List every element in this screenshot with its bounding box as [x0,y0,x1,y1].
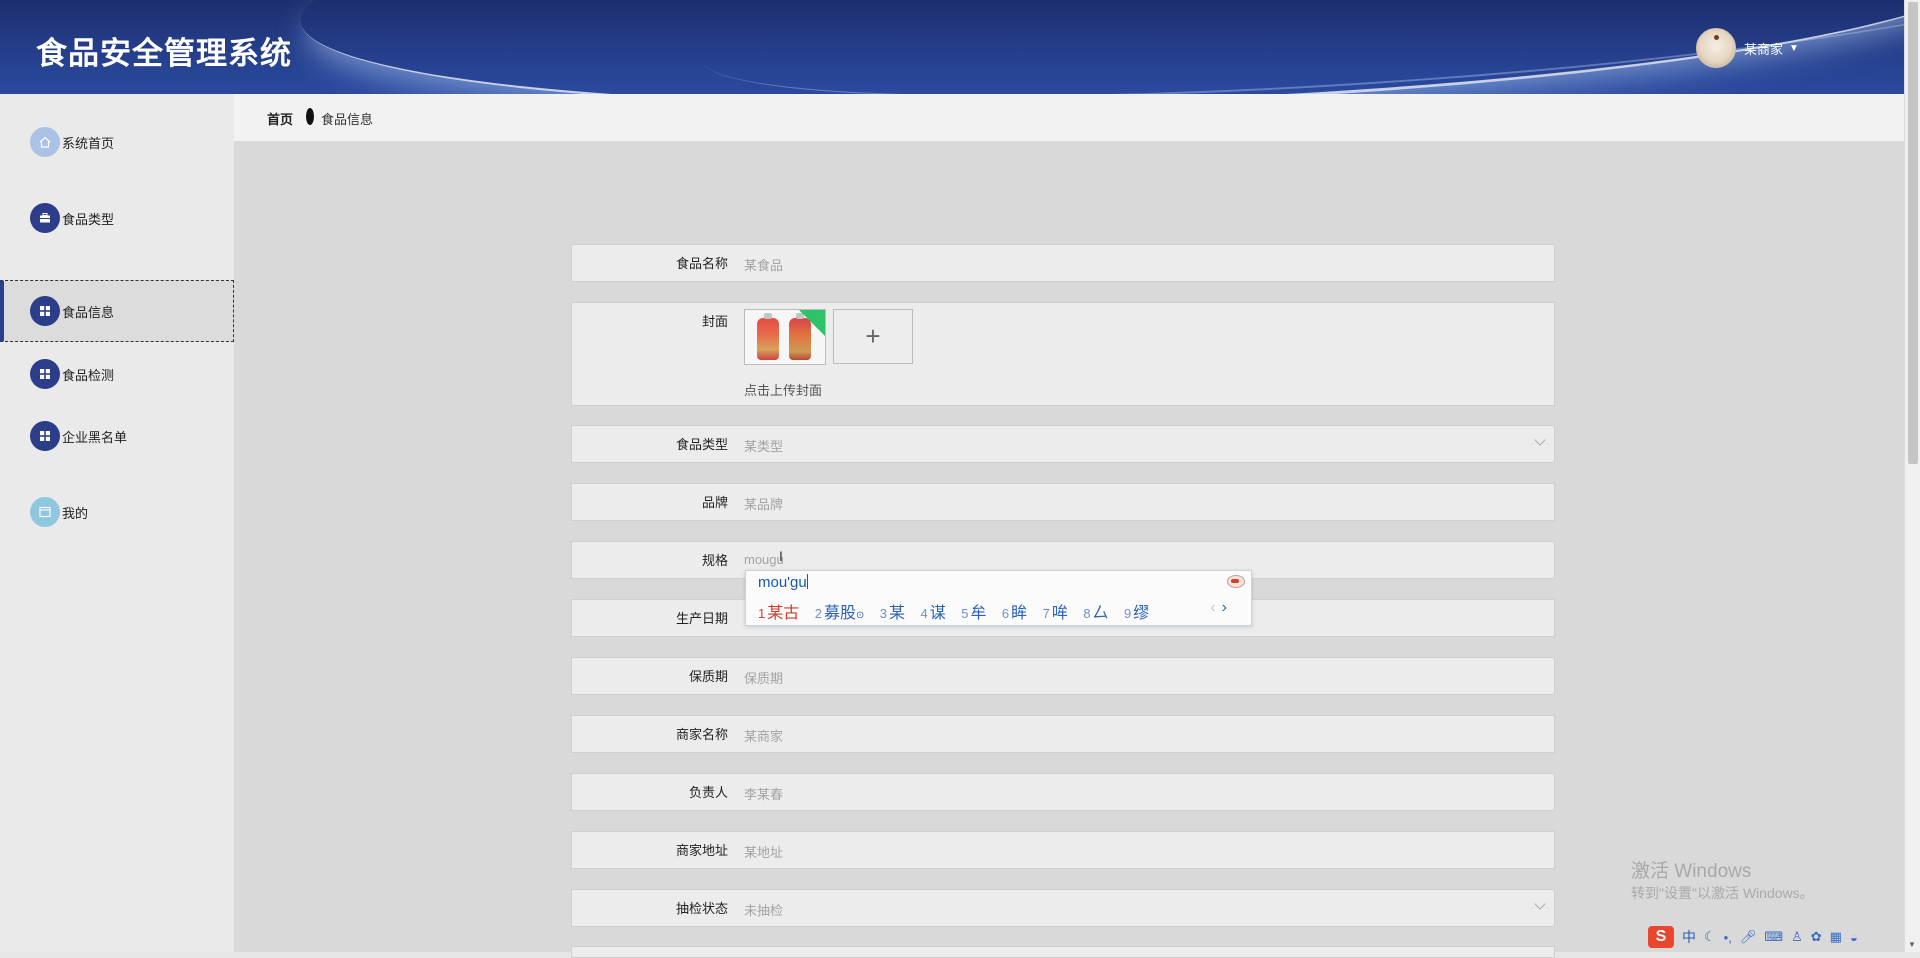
inspection-status-row: 抽检状态 未抽检 [571,889,1555,927]
sidebar: 系统首页 食品类型 食品信息 食品检测 企业黑名单 我的 [0,94,234,952]
breadcrumb: 首页 食品信息 [234,94,1904,142]
grid-icon [30,421,60,451]
food-type-select[interactable]: 某类型 [744,436,783,455]
scrollbar-thumb[interactable] [1908,2,1918,464]
windows-watermark-title: 激活 Windows [1631,861,1752,882]
breadcrumb-home[interactable]: 首页 [267,109,293,128]
chevron-right-icon[interactable]: › [1222,599,1227,616]
keyboard-icon[interactable]: ⌨ [1764,929,1783,945]
ime-candidate[interactable]: 1 某古 [758,605,799,622]
brand-row: 品牌 某品牌 [571,483,1555,521]
food-name-row: 食品名称 某食品 [571,244,1555,282]
merchant-address-label: 商家地址 [675,843,728,858]
chevron-down-icon[interactable] [1534,898,1546,910]
merchant-name-input[interactable]: 某商家 [744,726,783,745]
shelf-life-label: 保质期 [688,669,728,684]
upload-add-button[interactable]: + [833,309,913,364]
scroll-down-icon[interactable]: ▼ [1908,940,1916,949]
ime-mode-toggle[interactable]: 中 [1682,927,1696,947]
sidebar-item-label: 我的 [62,505,89,521]
ime-candidate[interactable]: 2 募股⊙ [815,605,865,622]
food-type-row: 食品类型 某类型 [571,425,1555,463]
skin-icon[interactable]: ✿ [1811,929,1822,945]
bottle-image [757,313,779,360]
ime-candidate[interactable]: 7哞 [1043,605,1068,622]
ime-logo-icon[interactable]: S [1648,926,1674,948]
sidebar-item-label: 系统首页 [62,135,115,151]
person-in-charge-input[interactable]: 李某春 [744,784,783,803]
sidebar-item-label: 企业黑名单 [62,429,128,445]
cover-label: 封面 [701,314,728,329]
chevron-down-icon[interactable]: ▼ [1789,43,1799,54]
ime-candidate[interactable]: 3某 [880,605,905,622]
user-icon[interactable]: ♙ [1791,929,1803,945]
merchant-name-label: 商家名称 [675,727,728,742]
settings-icon[interactable]: ◒ [1850,930,1858,945]
app-title: 食品安全管理系统 [36,36,292,71]
ime-skin-icon[interactable] [1227,575,1245,588]
next-row-partial [571,946,1555,958]
app-header: 食品安全管理系统 某商家 ▼ [0,0,1904,94]
sidebar-item-label: 食品类型 [62,211,115,227]
chevron-left-icon[interactable]: ‹ [1210,599,1215,616]
chevron-down-icon[interactable] [1534,434,1546,446]
merchant-address-row: 商家地址 某地址 [571,831,1555,869]
home-icon [30,127,60,157]
microphone-icon[interactable]: 🎤︎ [1740,929,1757,945]
inspection-status-select[interactable]: 未抽检 [744,900,783,919]
user-name[interactable]: 某商家 [1744,39,1783,58]
breadcrumb-current: 食品信息 [321,112,374,127]
avatar[interactable] [1696,28,1736,68]
punctuation-icon[interactable]: •, [1724,930,1732,945]
breadcrumb-separator [306,108,314,125]
upload-hint[interactable]: 点击上传封面 [744,380,822,399]
ime-candidate[interactable]: 5牟 [961,605,986,622]
upload-success-badge [799,310,825,336]
spec-label: 规格 [701,553,728,568]
production-date-label: 生产日期 [675,611,728,626]
shelf-life-input[interactable]: 保质期 [744,668,783,687]
cover-row: 封面 + 点击上传封面 [571,302,1555,406]
ime-candidate[interactable]: 4谋 [921,605,946,622]
sidebar-item-home[interactable]: 系统首页 [0,111,234,173]
merchant-address-input[interactable]: 某地址 [744,842,783,861]
brand-input[interactable]: 某品牌 [744,494,783,513]
food-name-input[interactable]: 某食品 [744,255,783,274]
shelf-life-row: 保质期 保质期 [571,657,1555,695]
ime-candidate[interactable]: 9缪 [1124,605,1149,622]
grid-icon[interactable]: ▦ [1830,929,1842,945]
sidebar-item-label: 食品检测 [62,367,115,383]
window-icon [30,497,60,527]
text-cursor-icon: I [779,548,783,564]
food-name-label: 食品名称 [675,256,728,271]
ime-page-arrows: ‹ › [1210,599,1227,617]
windows-watermark-subtitle: 转到"设置"以激活 Windows。 [1631,885,1814,901]
merchant-name-row: 商家名称 某商家 [571,715,1555,753]
ime-toolbar[interactable]: S 中 ☾ •, 🎤︎ ⌨ ♙ ✿ ▦ ◒ [1648,925,1858,949]
cover-image-thumbnail[interactable] [744,309,826,365]
sidebar-item-food-info[interactable]: 食品信息 [0,280,234,342]
food-type-label: 食品类型 [675,437,728,452]
moon-icon[interactable]: ☾ [1704,929,1716,945]
sidebar-item-food-type[interactable]: 食品类型 [0,187,234,249]
user-menu[interactable]: 某商家 ▼ [1696,28,1799,68]
ime-candidate[interactable]: 6眸 [1002,605,1027,622]
grid-icon [30,359,60,389]
sidebar-item-label: 食品信息 [62,304,115,320]
ime-candidate-popup[interactable]: mou'gu 1 某古 2 募股⊙ 3某 4谋 5牟 6眸 7哞 8厶 9缪 ‹ › [745,570,1252,626]
sidebar-item-blacklist[interactable]: 企业黑名单 [0,405,234,467]
inspection-status-label: 抽检状态 [675,901,728,916]
sidebar-item-food-inspection[interactable]: 食品检测 [0,343,234,405]
ime-candidate[interactable]: 8厶 [1083,605,1108,622]
page-scrollbar[interactable]: ▼ [1904,0,1920,952]
sidebar-item-mine[interactable]: 我的 [0,481,234,543]
person-in-charge-label: 负责人 [688,785,728,800]
grid-icon [30,296,60,326]
person-in-charge-row: 负责人 李某春 [571,773,1555,811]
brand-label: 品牌 [701,495,728,510]
ime-composition: mou'gu [758,574,808,591]
ime-candidates: 1 某古 2 募股⊙ 3某 4谋 5牟 6眸 7哞 8厶 9缪 [758,599,1160,623]
briefcase-icon [30,203,60,233]
spec-input[interactable]: mougu [744,552,784,567]
